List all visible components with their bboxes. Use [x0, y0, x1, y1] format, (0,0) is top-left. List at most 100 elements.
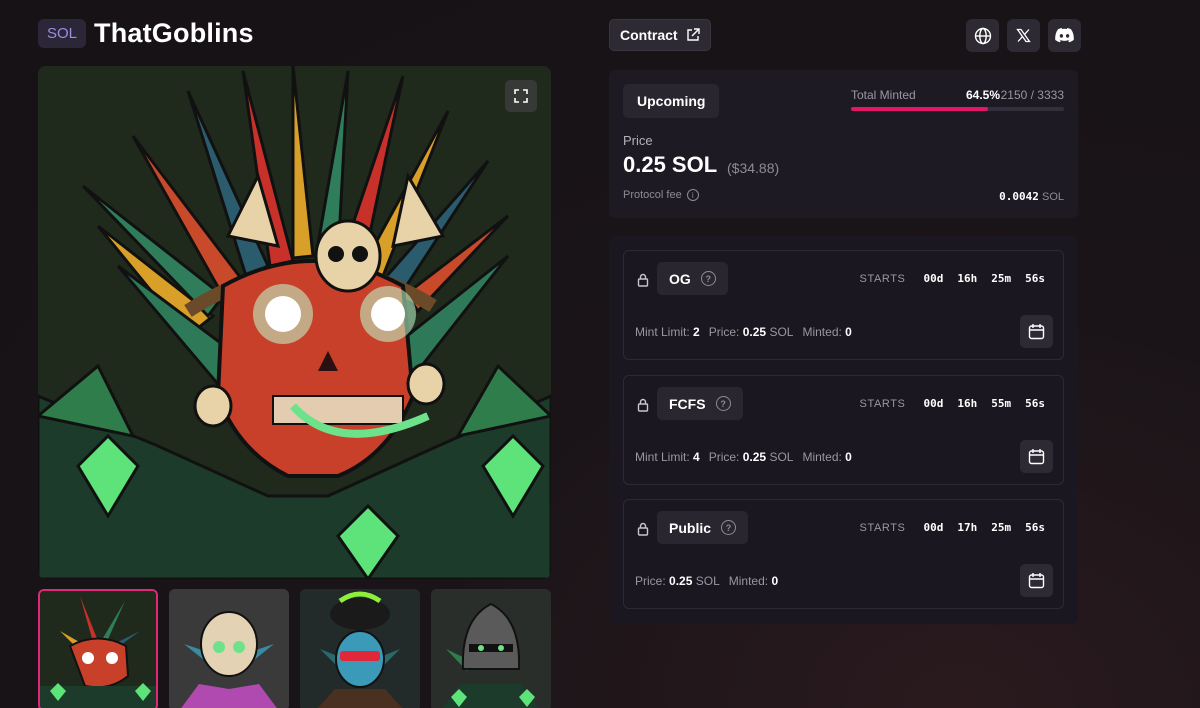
- phase-price-label: Price:: [708, 450, 740, 464]
- mint-limit-label: Mint Limit:: [635, 450, 690, 464]
- starts-label: STARTS: [859, 272, 906, 285]
- contract-label: Contract: [620, 27, 678, 43]
- minted-percent: 64.5%: [965, 88, 1000, 102]
- countdown-seconds: 56s: [1025, 521, 1045, 534]
- contract-button[interactable]: Contract: [609, 19, 711, 51]
- add-to-calendar-button[interactable]: [1020, 315, 1053, 348]
- phase-price-value: 0.25: [742, 450, 767, 464]
- countdown-hours: 16h: [957, 397, 978, 410]
- discord-icon: [1055, 28, 1074, 43]
- expand-icon: [514, 89, 528, 103]
- x-button[interactable]: [1007, 19, 1040, 52]
- mint-progress-fill: [851, 107, 989, 111]
- lock-icon: [637, 522, 649, 536]
- calendar-icon: [1028, 449, 1045, 465]
- goblin-artwork: [38, 66, 551, 579]
- phase-og: OG ? STARTS 00d 16h 25m 56s Mint Limit: …: [623, 250, 1064, 360]
- protocol-fee-label: Protocol fee: [623, 189, 682, 201]
- discord-button[interactable]: [1048, 19, 1081, 52]
- website-button[interactable]: [966, 19, 999, 52]
- fee-unit: SOL: [1041, 191, 1064, 203]
- phase-minted-label: Minted:: [802, 325, 842, 339]
- phase-countdown: STARTS 00d 16h 55m 56s: [860, 397, 1045, 410]
- mint-limit-value: 4: [693, 450, 700, 464]
- chain-badge: SOL: [38, 19, 87, 48]
- fee-amount: 0.0042: [999, 190, 1039, 203]
- phase-name-badge: FCFS ?: [657, 387, 743, 420]
- countdown-hours: 17h: [957, 521, 978, 534]
- status-badge: Upcoming: [623, 84, 720, 118]
- thumbnail-2[interactable]: [169, 589, 289, 708]
- phase-price-value: 0.25: [742, 325, 767, 339]
- countdown-days: 00d: [923, 272, 944, 285]
- protocol-fee-value: 0.0042 SOL: [999, 190, 1064, 203]
- add-to-calendar-button[interactable]: [1020, 440, 1053, 473]
- phase-name: OG: [669, 270, 691, 287]
- collection-title: ThatGoblins: [94, 18, 254, 48]
- phase-name-badge: OG ?: [657, 262, 728, 295]
- phase-name-badge: Public ?: [657, 511, 749, 544]
- lock-icon: [637, 273, 649, 287]
- thumbnail-3[interactable]: [300, 589, 420, 708]
- phase-price: Price: 0.25 SOL: [709, 450, 794, 464]
- calendar-icon: [1028, 324, 1045, 340]
- countdown-seconds: 56s: [1025, 272, 1045, 285]
- phase-minted-value: 0: [845, 325, 852, 339]
- help-icon[interactable]: ?: [700, 271, 716, 286]
- phase-countdown: STARTS 00d 16h 25m 56s: [860, 272, 1045, 285]
- phase-details: Mint Limit: 2 Price: 0.25 SOL Minted: 0: [635, 325, 852, 339]
- mint-limit: Mint Limit: 2: [635, 325, 700, 339]
- thumbnail-image: [169, 589, 289, 708]
- phase-minted: Minted: 0: [802, 450, 851, 464]
- countdown-seconds: 56s: [1025, 397, 1045, 410]
- thumbnail-image: [300, 589, 420, 708]
- help-icon[interactable]: ?: [721, 520, 737, 535]
- phase-name: FCFS: [669, 395, 706, 412]
- mint-limit-value: 2: [693, 325, 700, 339]
- price-value: 0.25 SOL: [623, 152, 718, 177]
- mint-limit-label: Mint Limit:: [635, 325, 690, 339]
- mint-limit: Mint Limit: 4: [635, 450, 700, 464]
- phase-minted: Minted: 0: [729, 574, 778, 588]
- thumbnail-1[interactable]: [38, 589, 158, 708]
- phase-price: Price: 0.25 SOL: [709, 325, 794, 339]
- phase-minted-value: 0: [845, 450, 852, 464]
- minted-count: 2150 / 3333: [1000, 88, 1064, 102]
- starts-label: STARTS: [859, 521, 906, 534]
- thumbnail-strip: [38, 589, 551, 708]
- collection-header: SOL ThatGoblins: [38, 18, 254, 49]
- phase-price-unit: SOL: [695, 574, 720, 588]
- phase-price-value: 0.25: [669, 574, 693, 588]
- price-usd: ($34.88): [727, 160, 780, 176]
- mint-progress-bar: [851, 107, 1064, 111]
- phase-countdown: STARTS 00d 17h 25m 56s: [860, 521, 1045, 534]
- phase-minted-label: Minted:: [728, 574, 769, 588]
- countdown-hours: 16h: [957, 272, 978, 285]
- countdown-minutes: 55m: [991, 397, 1012, 410]
- phase-minted-label: Minted:: [802, 450, 842, 464]
- mint-phases: OG ? STARTS 00d 16h 25m 56s Mint Limit: …: [609, 236, 1078, 624]
- phase-minted-value: 0: [771, 574, 779, 588]
- phase-price-unit: SOL: [769, 325, 794, 339]
- calendar-icon: [1028, 573, 1045, 589]
- phase-price-label: Price:: [635, 574, 666, 588]
- phase-name: Public: [669, 519, 712, 536]
- mint-status-card: Upcoming Total Minted 64.5% 2150 / 3333 …: [609, 70, 1078, 218]
- thumbnail-4[interactable]: [431, 589, 551, 708]
- fullscreen-button[interactable]: [505, 80, 537, 112]
- price-label: Price: [623, 133, 653, 148]
- starts-label: STARTS: [859, 397, 906, 410]
- help-icon[interactable]: ?: [715, 396, 731, 411]
- countdown-days: 00d: [923, 521, 944, 534]
- phase-details: Mint Limit: 4 Price: 0.25 SOL Minted: 0: [635, 450, 852, 464]
- nft-main-image: [38, 66, 551, 579]
- x-icon: [1016, 28, 1031, 43]
- phase-public: Public ? STARTS 00d 17h 25m 56s Price: 0…: [623, 499, 1064, 609]
- add-to-calendar-button[interactable]: [1020, 564, 1053, 597]
- phase-details: Price: 0.25 SOL Minted: 0: [635, 574, 778, 588]
- countdown-minutes: 25m: [991, 521, 1012, 534]
- globe-icon: [974, 27, 991, 44]
- thumbnail-image: [431, 589, 551, 708]
- info-icon[interactable]: i: [686, 189, 699, 201]
- phase-price-unit: SOL: [769, 450, 794, 464]
